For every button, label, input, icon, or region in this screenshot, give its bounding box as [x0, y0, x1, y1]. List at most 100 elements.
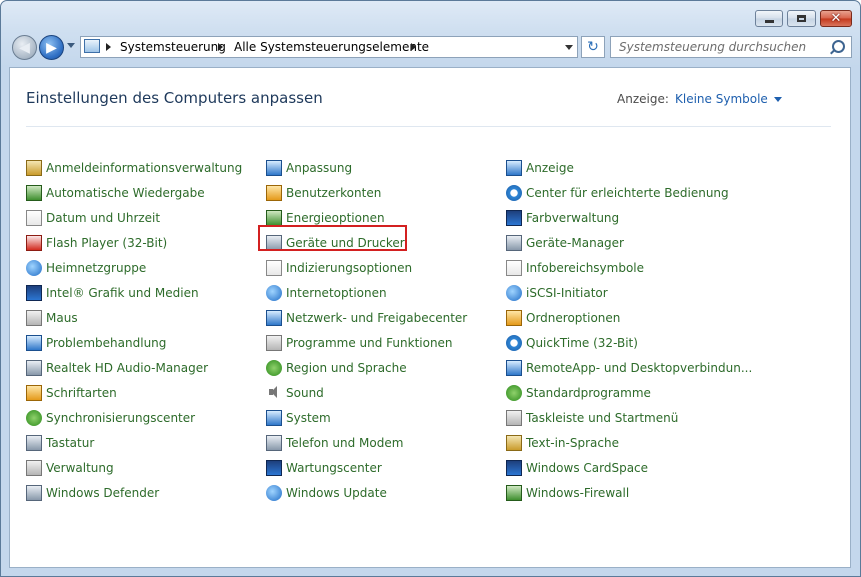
chevron-right-icon[interactable]: [411, 43, 416, 51]
cp-item[interactable]: Text-in-Sprache: [506, 430, 752, 455]
cp-item[interactable]: Verwaltung: [26, 455, 242, 480]
cp-item[interactable]: Region und Sprache: [266, 355, 467, 380]
cp-item[interactable]: Heimnetzgruppe: [26, 255, 242, 280]
cp-item[interactable]: RemoteApp- und Desktopverbindun...: [506, 355, 752, 380]
cp-item[interactable]: Geräte-Manager: [506, 230, 752, 255]
phone-icon: [266, 434, 282, 451]
sync-icon: [26, 409, 42, 426]
maximize-icon: [797, 15, 806, 22]
tray-icon: [506, 259, 522, 276]
breadcrumb-systemsteuerung[interactable]: Systemsteuerung: [120, 40, 226, 54]
cp-item[interactable]: Intel® Grafik und Medien: [26, 280, 242, 305]
cp-item[interactable]: Sound: [266, 380, 467, 405]
cp-item[interactable]: Datum und Uhrzeit: [26, 205, 242, 230]
cp-item[interactable]: Anpassung: [266, 155, 467, 180]
back-button[interactable]: ◀: [12, 35, 37, 60]
minimize-button[interactable]: [755, 10, 783, 27]
cp-item[interactable]: Internetoptionen: [266, 280, 467, 305]
clock-icon: [26, 209, 42, 226]
cp-item[interactable]: Anmeldeinformationsverwaltung: [26, 155, 242, 180]
cardspace-icon: [506, 459, 522, 476]
back-arrow-icon: ◀: [19, 39, 30, 56]
cp-item[interactable]: Farbverwaltung: [506, 205, 752, 230]
cp-item[interactable]: Anzeige: [506, 155, 752, 180]
search-box: [610, 36, 852, 58]
remoteapp-icon: [506, 359, 522, 376]
view-mode-dropdown[interactable]: Kleine Symbole: [675, 92, 782, 106]
address-bar[interactable]: Systemsteuerung Alle Systemsteuerungsele…: [80, 36, 578, 58]
power-icon: [266, 209, 282, 226]
cp-item[interactable]: Problembehandlung: [26, 330, 242, 355]
defender-icon: [26, 484, 42, 501]
close-button[interactable]: ✕: [820, 10, 852, 27]
cp-item[interactable]: Wartungscenter: [266, 455, 467, 480]
recent-pages-dropdown[interactable]: [67, 43, 75, 48]
windows-update-icon: [266, 484, 282, 501]
speaker-icon: [266, 385, 282, 401]
cp-item[interactable]: Windows Update: [266, 480, 467, 505]
forward-button[interactable]: ▶: [39, 35, 64, 60]
main-content: Einstellungen des Computers anpassen Anz…: [9, 67, 851, 568]
color-management-icon: [506, 209, 522, 226]
control-panel-icon: [84, 39, 100, 53]
search-input[interactable]: [611, 37, 834, 57]
chevron-down-icon: [773, 97, 782, 102]
keyboard-icon: [26, 434, 42, 451]
address-dropdown-icon[interactable]: [565, 45, 573, 50]
highlight-box: [258, 225, 407, 251]
cp-item[interactable]: Realtek HD Audio-Manager: [26, 355, 242, 380]
navigation-bar: ◀ ▶ Systemsteuerung Alle Systemsteuerung…: [1, 33, 860, 63]
refresh-button[interactable]: ↻: [581, 36, 605, 58]
admin-tools-icon: [26, 459, 42, 476]
credential-vault-icon: [26, 159, 42, 176]
minimize-icon: [764, 20, 774, 23]
indexing-icon: [266, 259, 282, 276]
display-icon: [506, 159, 522, 176]
globe-icon: [266, 359, 282, 376]
cp-item[interactable]: Standardprogramme: [506, 380, 752, 405]
cp-item[interactable]: Windows CardSpace: [506, 455, 752, 480]
cp-item[interactable]: System: [266, 405, 467, 430]
programs-icon: [266, 334, 282, 351]
default-programs-icon: [506, 384, 522, 401]
search-icon[interactable]: [832, 40, 845, 53]
cp-item[interactable]: Flash Player (32-Bit): [26, 230, 242, 255]
view-mode-value: Kleine Symbole: [675, 92, 768, 106]
view-label: Anzeige:: [617, 92, 669, 106]
cp-item[interactable]: QuickTime (32-Bit): [506, 330, 752, 355]
chevron-right-icon[interactable]: [106, 43, 111, 51]
cp-item[interactable]: Ordneroptionen: [506, 305, 752, 330]
cp-item[interactable]: Telefon und Modem: [266, 430, 467, 455]
folder-icon: [506, 309, 522, 326]
title-bar: ✕: [1, 1, 860, 33]
homegroup-icon: [26, 259, 42, 276]
cp-item[interactable]: Windows-Firewall: [506, 480, 752, 505]
cp-item[interactable]: iSCSI-Initiator: [506, 280, 752, 305]
cp-item[interactable]: Maus: [26, 305, 242, 330]
cp-item[interactable]: Center für erleichterte Bedienung: [506, 180, 752, 205]
cp-item[interactable]: Indizierungsoptionen: [266, 255, 467, 280]
user-accounts-icon: [266, 184, 282, 201]
cp-item[interactable]: Taskleiste und Startmenü: [506, 405, 752, 430]
cp-item[interactable]: Programme und Funktionen: [266, 330, 467, 355]
cp-item[interactable]: Windows Defender: [26, 480, 242, 505]
cp-item[interactable]: Synchronisierungscenter: [26, 405, 242, 430]
column-1: Anmeldeinformationsverwaltung Automatisc…: [26, 155, 242, 505]
refresh-icon: ↻: [587, 39, 599, 55]
cp-item[interactable]: Netzwerk- und Freigabecenter: [266, 305, 467, 330]
cp-item[interactable]: Schriftarten: [26, 380, 242, 405]
divider: [26, 126, 831, 127]
cp-item[interactable]: Tastatur: [26, 430, 242, 455]
fonts-icon: [26, 384, 42, 401]
page-title: Einstellungen des Computers anpassen: [26, 89, 323, 107]
chevron-right-icon[interactable]: [218, 43, 223, 51]
cp-item[interactable]: Infobereichsymbole: [506, 255, 752, 280]
personalization-icon: [266, 159, 282, 176]
taskbar-icon: [506, 409, 522, 426]
quicktime-icon: [506, 334, 522, 351]
cp-item[interactable]: Benutzerkonten: [266, 180, 467, 205]
cp-item[interactable]: Automatische Wiedergabe: [26, 180, 242, 205]
breadcrumb-alle-elemente[interactable]: Alle Systemsteuerungselemente: [234, 40, 429, 54]
accessibility-icon: [506, 184, 522, 201]
maximize-button[interactable]: [787, 10, 816, 27]
